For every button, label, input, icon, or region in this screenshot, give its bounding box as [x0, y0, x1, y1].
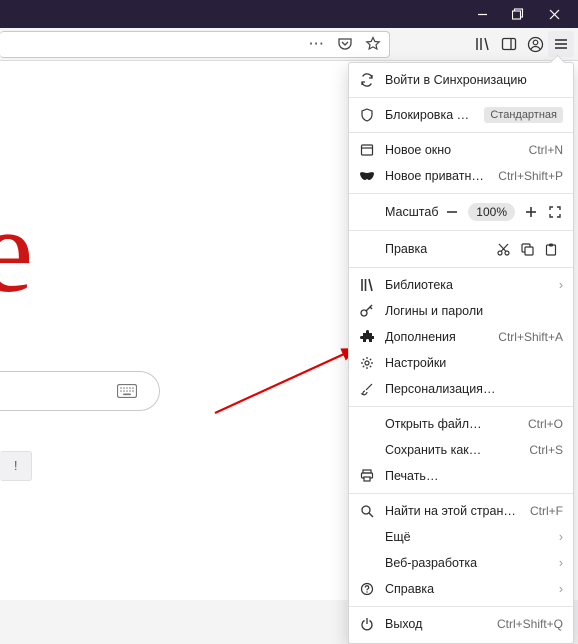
page-actions-icon[interactable]: ··· — [307, 31, 327, 57]
gear-icon — [359, 356, 375, 370]
menu-more-label: Ещё — [385, 530, 549, 544]
menu-sync[interactable]: Войти в Синхронизацию — [349, 67, 573, 93]
menu-library-label: Библиотека — [385, 278, 549, 292]
chevron-right-icon: › — [559, 556, 563, 570]
window-titlebar — [0, 0, 578, 28]
menu-settings-label: Настройки — [385, 356, 563, 370]
menu-zoom-row: Масштаб 100% — [349, 198, 573, 226]
mask-icon — [359, 171, 375, 181]
browser-toolbar: ··· — [0, 28, 578, 61]
brush-icon — [359, 382, 375, 396]
menu-help-label: Справка — [385, 582, 549, 596]
menu-settings[interactable]: Настройки — [349, 350, 573, 376]
search-icon — [359, 504, 375, 518]
zoom-in-button[interactable] — [519, 200, 543, 224]
window-restore-button[interactable] — [500, 0, 536, 28]
menu-open-file-label: Открыть файл… — [385, 417, 518, 431]
search-field-stub[interactable] — [0, 371, 160, 411]
content-blocking-badge: Стандартная — [484, 107, 563, 123]
menu-logins[interactable]: Логины и пароли — [349, 298, 573, 324]
menu-more[interactable]: Ещё › — [349, 524, 573, 550]
puzzle-icon — [359, 330, 375, 344]
annotation-arrow — [210, 341, 370, 421]
app-menu: Войти в Синхронизацию Блокировка содержи… — [348, 62, 574, 644]
menu-find-shortcut: Ctrl+F — [530, 504, 563, 518]
menu-print[interactable]: Печать… — [349, 463, 573, 489]
menu-new-window[interactable]: Новое окно Ctrl+N — [349, 137, 573, 163]
menu-addons-shortcut: Ctrl+Shift+A — [498, 330, 563, 344]
menu-library[interactable]: Библиотека › — [349, 272, 573, 298]
menu-print-label: Печать… — [385, 469, 563, 483]
menu-separator — [349, 493, 573, 494]
power-icon — [359, 617, 375, 631]
sidebar-toggle-icon[interactable] — [496, 31, 522, 57]
copy-button[interactable] — [515, 237, 539, 261]
library-icon — [359, 278, 375, 292]
keyboard-icon — [117, 384, 137, 398]
chevron-right-icon: › — [559, 278, 563, 292]
menu-find[interactable]: Найти на этой странице… Ctrl+F — [349, 498, 573, 524]
menu-addons[interactable]: Дополнения Ctrl+Shift+A — [349, 324, 573, 350]
logo-fragment: e — [0, 191, 33, 311]
menu-separator — [349, 193, 573, 194]
menu-save-as[interactable]: Сохранить как… Ctrl+S — [349, 437, 573, 463]
menu-logins-label: Логины и пароли — [385, 304, 563, 318]
menu-exit-label: Выход — [385, 617, 487, 631]
url-bar[interactable]: ··· — [0, 31, 390, 58]
menu-customize[interactable]: Персонализация… — [349, 376, 573, 402]
bookmark-star-icon[interactable] — [363, 31, 383, 57]
zoom-out-button[interactable] — [440, 200, 464, 224]
help-icon — [359, 582, 375, 596]
menu-new-private-shortcut: Ctrl+Shift+P — [498, 169, 563, 183]
zoom-percent[interactable]: 100% — [468, 203, 515, 221]
menu-separator — [349, 132, 573, 133]
window-minimize-button[interactable] — [464, 0, 500, 28]
menu-new-window-shortcut: Ctrl+N — [529, 143, 563, 157]
page-button-fragment[interactable]: ! — [0, 451, 32, 481]
cut-button[interactable] — [491, 237, 515, 261]
window-icon — [359, 143, 375, 157]
menu-open-file[interactable]: Открыть файл… Ctrl+O — [349, 411, 573, 437]
library-icon[interactable] — [470, 31, 496, 57]
menu-new-private-label: Новое приватное окно — [385, 169, 488, 183]
menu-web-developer[interactable]: Веб-разработка › — [349, 550, 573, 576]
menu-content-blocking-label: Блокировка содержимого — [385, 108, 474, 122]
menu-help[interactable]: Справка › — [349, 576, 573, 602]
fullscreen-button[interactable] — [543, 200, 567, 224]
window-close-button[interactable] — [536, 0, 572, 28]
menu-separator — [349, 97, 573, 98]
menu-separator — [349, 230, 573, 231]
paste-button[interactable] — [539, 237, 563, 261]
hamburger-menu-button[interactable] — [548, 31, 574, 57]
sync-icon — [359, 73, 375, 87]
menu-sync-label: Войти в Синхронизацию — [385, 73, 563, 87]
menu-new-private-window[interactable]: Новое приватное окно Ctrl+Shift+P — [349, 163, 573, 189]
key-icon — [359, 304, 375, 318]
menu-separator — [349, 267, 573, 268]
pocket-icon[interactable] — [335, 31, 355, 57]
chevron-right-icon: › — [559, 582, 563, 596]
menu-new-window-label: Новое окно — [385, 143, 519, 157]
chevron-right-icon: › — [559, 530, 563, 544]
menu-edit-label: Правка — [385, 242, 491, 256]
menu-content-blocking[interactable]: Блокировка содержимого Стандартная — [349, 102, 573, 128]
menu-open-file-shortcut: Ctrl+O — [528, 417, 563, 431]
menu-save-as-label: Сохранить как… — [385, 443, 519, 457]
account-icon[interactable] — [522, 31, 548, 57]
menu-zoom-label: Масштаб — [385, 205, 440, 219]
shield-icon — [359, 108, 375, 122]
menu-find-label: Найти на этой странице… — [385, 504, 520, 518]
menu-separator — [349, 606, 573, 607]
menu-edit-row: Правка — [349, 235, 573, 263]
menu-exit[interactable]: Выход Ctrl+Shift+Q — [349, 611, 573, 637]
menu-save-as-shortcut: Ctrl+S — [529, 443, 563, 457]
menu-exit-shortcut: Ctrl+Shift+Q — [497, 617, 563, 631]
menu-separator — [349, 406, 573, 407]
menu-customize-label: Персонализация… — [385, 382, 563, 396]
menu-addons-label: Дополнения — [385, 330, 488, 344]
menu-webdev-label: Веб-разработка — [385, 556, 549, 570]
print-icon — [359, 469, 375, 483]
